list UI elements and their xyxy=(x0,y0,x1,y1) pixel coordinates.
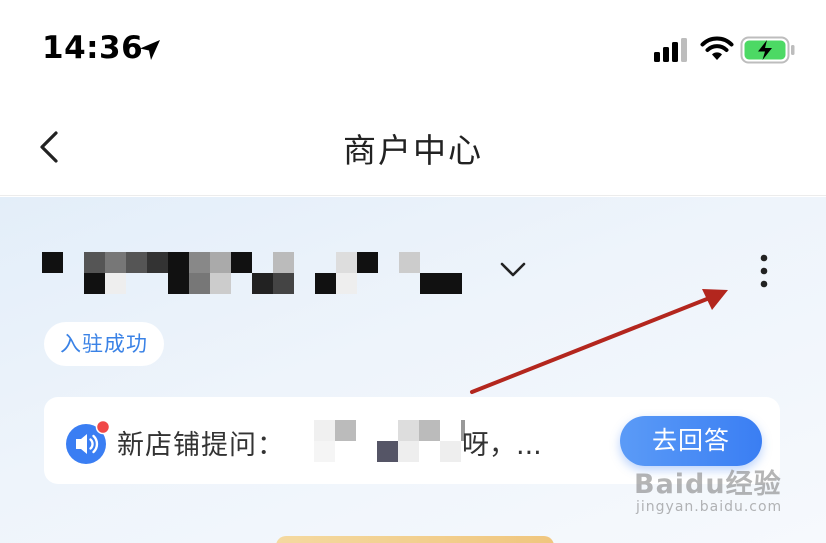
watermark-sub: jingyan.baidu.com xyxy=(636,499,783,515)
next-card-peek xyxy=(276,536,554,543)
baidu-watermark: Baidu经验 jingyan.baidu.com xyxy=(634,462,782,515)
watermark-main: Baidu经验 xyxy=(634,469,782,500)
